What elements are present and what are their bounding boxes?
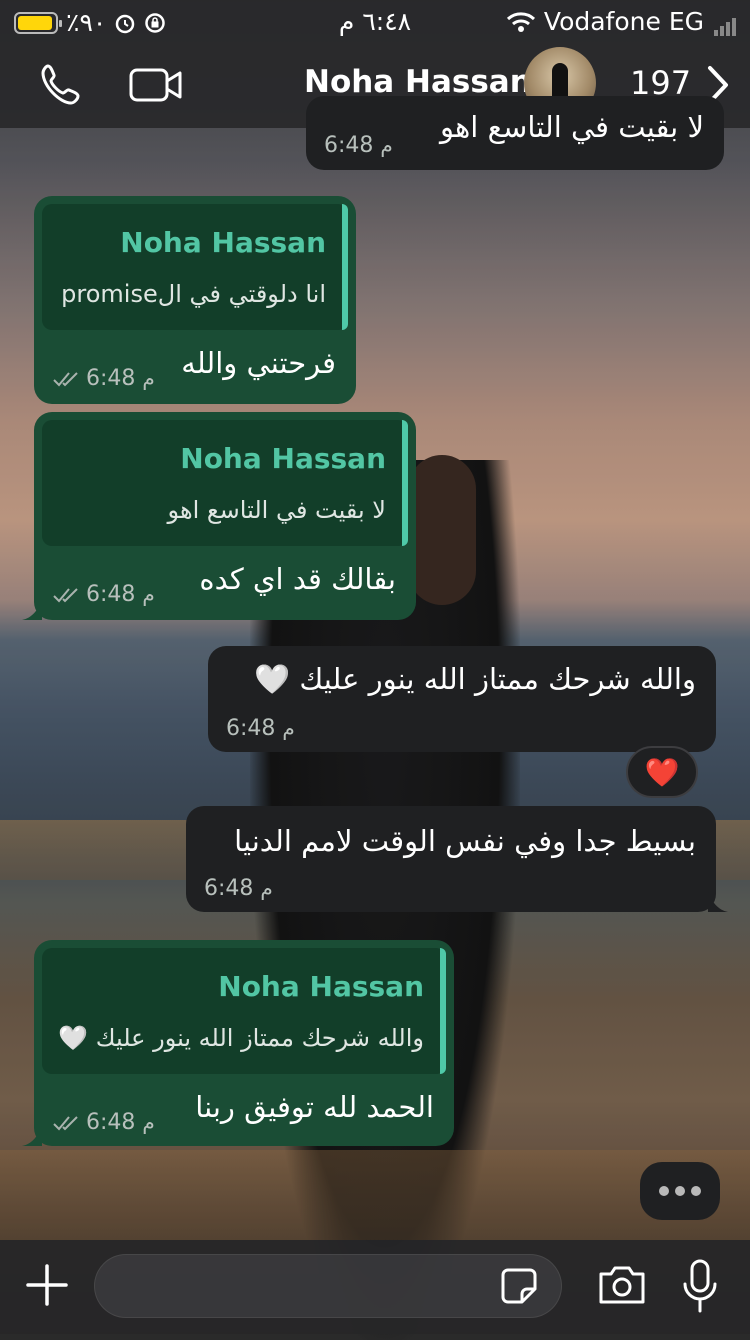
contact-name[interactable]: Noha Hassan <box>304 64 532 100</box>
typing-indicator <box>640 1162 720 1220</box>
quoted-message[interactable]: Noha Hassan والله شرحك ممتاز الله ينور ع… <box>42 948 446 1074</box>
message-time: م 6:48 <box>52 1110 155 1135</box>
quoted-sender: Noha Hassan <box>218 970 424 1003</box>
microphone-icon[interactable] <box>680 1258 720 1314</box>
message-time: م 6:48 <box>52 582 155 607</box>
message-time: م 6:48 <box>204 876 273 901</box>
heart-reaction-icon: ❤️ <box>644 755 680 789</box>
quoted-message[interactable]: Noha Hassan انا دلوقتي في الpromise <box>42 204 348 330</box>
sticker-icon[interactable] <box>500 1267 538 1305</box>
composer-bar <box>0 1240 750 1334</box>
message-bubble-incoming[interactable]: لا بقيت في التاسع اهو م 6:48 <box>306 96 724 170</box>
plus-icon[interactable] <box>24 1262 70 1308</box>
message-text: لا بقيت في التاسع اهو <box>440 110 704 144</box>
message-text: بقالك قد اي كده <box>199 562 396 596</box>
message-input[interactable] <box>94 1254 562 1318</box>
message-text: فرحتني والله <box>181 346 336 380</box>
quoted-sender: Noha Hassan <box>120 226 326 259</box>
bubble-tail <box>708 892 728 912</box>
message-bubble-outgoing[interactable]: Noha Hassan انا دلوقتي في الpromise فرحت… <box>34 196 356 404</box>
status-bar: ٪٩٠ ٦:٤٨ م Vodafone EG <box>0 0 750 42</box>
quoted-text: انا دلوقتي في الpromise <box>61 280 326 308</box>
read-receipt-icon <box>53 588 78 603</box>
message-bubble-outgoing[interactable]: Noha Hassan لا بقيت في التاسع اهو بقالك … <box>22 412 416 620</box>
camera-icon[interactable] <box>596 1262 648 1308</box>
quoted-text: والله شرحك ممتاز الله ينور عليك 🤍 <box>58 1024 424 1052</box>
message-bubble-outgoing[interactable]: Noha Hassan والله شرحك ممتاز الله ينور ع… <box>22 940 454 1146</box>
read-receipt-icon <box>53 1116 78 1131</box>
video-camera-icon[interactable] <box>128 62 184 108</box>
message-bubble-incoming[interactable]: بسيط جدا وفي نفس الوقت لامم الدنيا م 6:4… <box>186 806 728 912</box>
message-time: م 6:48 <box>226 716 295 741</box>
signal-icon <box>712 7 736 36</box>
quoted-message[interactable]: Noha Hassan لا بقيت في التاسع اهو <box>42 420 408 546</box>
quoted-text: لا بقيت في التاسع اهو <box>167 496 386 524</box>
message-text: بسيط جدا وفي نفس الوقت لامم الدنيا <box>234 824 696 858</box>
message-text: الحمد لله توفيق ربنا <box>195 1090 434 1124</box>
bubble-tail <box>22 600 42 620</box>
quoted-sender: Noha Hassan <box>180 442 386 475</box>
carrier-name: Vodafone EG <box>543 7 704 36</box>
message-text: والله شرحك ممتاز الله ينور عليك 🤍 <box>254 662 696 696</box>
message-reaction[interactable]: ❤️ <box>626 746 698 798</box>
bubble-tail <box>22 1126 42 1146</box>
message-bubble-incoming[interactable]: والله شرحك ممتاز الله ينور عليك 🤍 م 6:48 <box>208 646 716 752</box>
read-receipt-icon <box>53 372 78 387</box>
message-time: م 6:48 <box>324 133 393 158</box>
wifi-icon <box>506 11 535 32</box>
phone-icon[interactable] <box>36 60 86 110</box>
message-time: م 6:48 <box>52 366 155 391</box>
